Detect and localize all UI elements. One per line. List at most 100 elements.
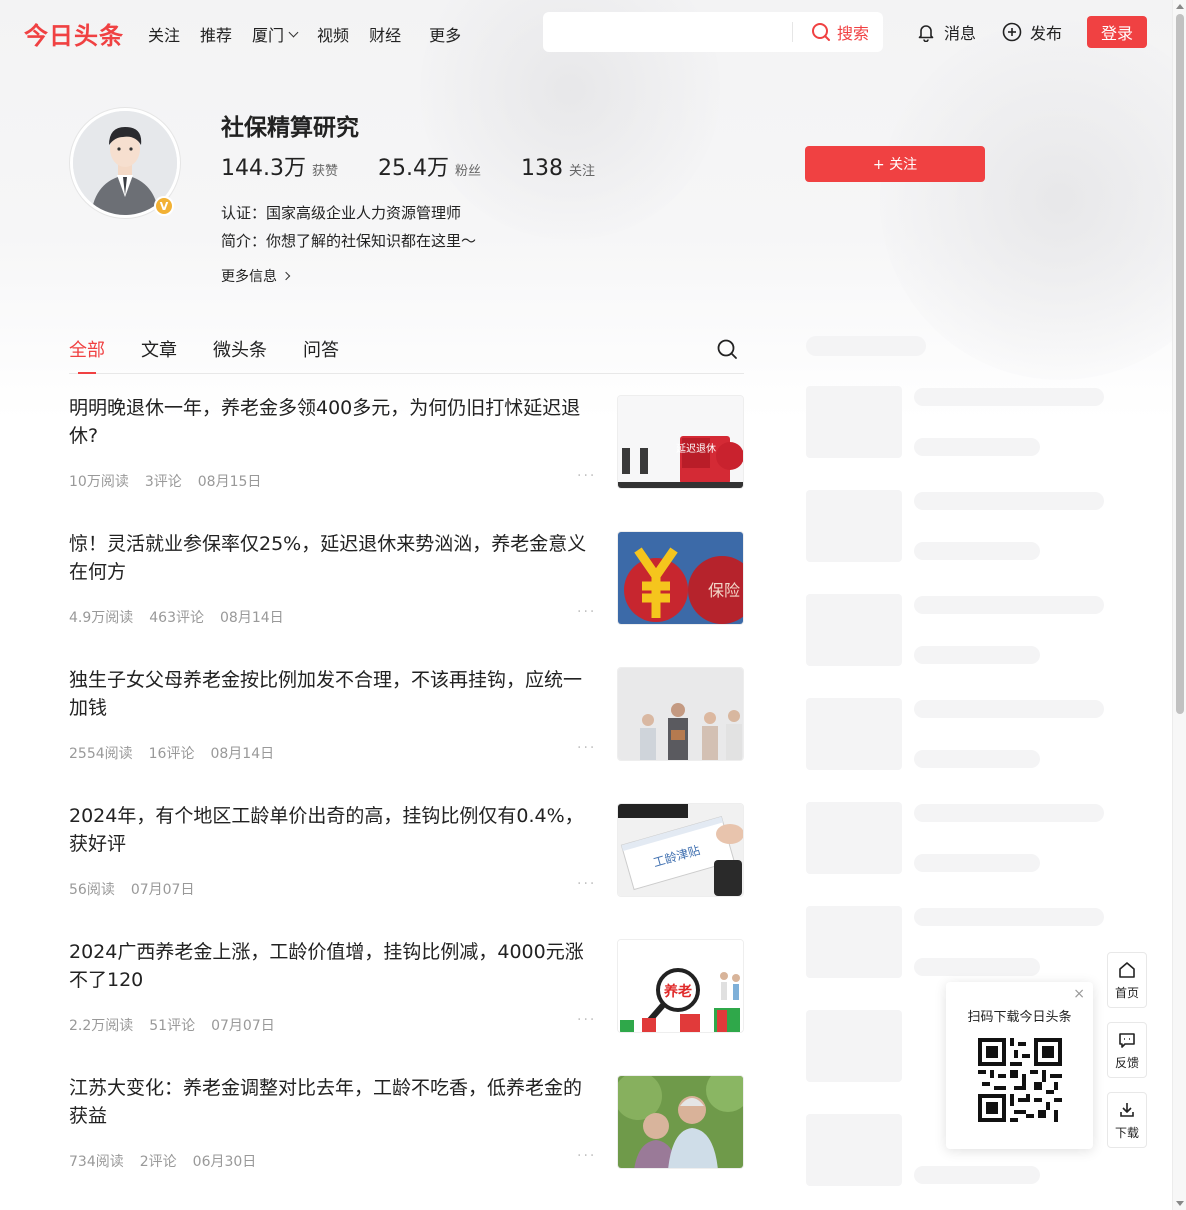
side-feedback-label: 反馈 (1114, 1055, 1139, 1070)
more-info-link[interactable]: 更多信息 (221, 266, 291, 286)
article-reads: 2554阅读 (69, 746, 133, 762)
avatar[interactable]: V (70, 108, 180, 218)
article-title[interactable]: 2024广西养老金上涨，工龄价值增，挂钩比例减，4000元涨不了120 (69, 938, 594, 994)
profile-certification: 认证：国家高级企业人力资源管理师 (221, 204, 462, 222)
article-item: 江苏大变化：养老金调整对比去年，工龄不吃香，低养老金的获益 734阅读 2评论 … (69, 1074, 744, 1170)
nav-link-city[interactable]: 厦门 (252, 22, 299, 46)
login-button[interactable]: 登录 (1087, 16, 1147, 48)
profile-stats: 144.3万 获赞 25.4万 粉丝 138 关注 (221, 150, 635, 182)
download-icon (1120, 1102, 1134, 1117)
article-title[interactable]: 江苏大变化：养老金调整对比去年，工龄不吃香，低养老金的获益 (69, 1074, 594, 1130)
more-options-icon[interactable]: ··· (577, 468, 596, 484)
stat-fans-label: 粉丝 (455, 164, 482, 179)
stat-likes: 144.3万 获赞 (221, 150, 338, 182)
article-reads: 2.2万阅读 (69, 1018, 134, 1034)
top-navigation: 今日头条 关注 推荐 厦门 视频 财经 更多 搜索 消息 发布 登录 (0, 0, 1172, 64)
skeleton-placeholder (806, 1114, 902, 1186)
nav-link-finance[interactable]: 财经 (369, 22, 401, 46)
more-options-icon[interactable]: ··· (577, 740, 596, 756)
chat-bubble-icon (1119, 1032, 1135, 1048)
skeleton-placeholder (914, 908, 1104, 926)
more-options-icon[interactable]: ··· (577, 604, 596, 620)
article-item: 惊！灵活就业参保率仅25%，延迟退休来势汹汹，养老金意义在何方 4.9万阅读 4… (69, 530, 744, 626)
search-icon (811, 23, 830, 41)
messages-label: 消息 (944, 24, 977, 43)
tab-micro[interactable]: 微头条 (213, 336, 267, 374)
close-icon[interactable]: × (1073, 986, 1085, 1002)
tab-all[interactable]: 全部 (69, 336, 105, 374)
scroll-thumb[interactable] (1176, 14, 1184, 714)
skeleton-placeholder (914, 646, 1040, 664)
publish-button[interactable]: 发布 (1002, 20, 1062, 44)
publish-label: 发布 (1030, 24, 1063, 43)
nav-link-more[interactable]: 更多 (429, 22, 461, 46)
article-comments: 2评论 (139, 1154, 177, 1170)
more-options-icon[interactable]: ··· (577, 876, 596, 892)
side-feedback-button[interactable]: 反馈 (1107, 1022, 1147, 1078)
stat-following[interactable]: 138 关注 (521, 156, 595, 181)
article-title[interactable]: 独生子女父母养老金按比例加发不合理，不该再挂钩，应统一加钱 (69, 666, 594, 722)
tab-qa[interactable]: 问答 (303, 336, 339, 374)
thumbnail-text: 养老 (663, 983, 692, 1000)
article-meta: 56阅读 07月07日 (69, 879, 210, 899)
side-download-label: 下载 (1114, 1125, 1139, 1140)
article-thumbnail[interactable]: 养老 (617, 939, 744, 1033)
article-title[interactable]: 明明晚退休一年，养老金多领400多元，为何仍旧打怵延迟退休? (69, 394, 594, 450)
qr-code (978, 1038, 1062, 1122)
article-item: 独生子女父母养老金按比例加发不合理，不该再挂钩，应统一加钱 2554阅读 16评… (69, 666, 744, 762)
skeleton-placeholder (914, 804, 1104, 822)
tab-articles[interactable]: 文章 (141, 336, 177, 374)
skeleton-placeholder (914, 492, 1104, 510)
stat-likes-value: 144.3万 (221, 156, 306, 181)
article-date: 08月14日 (210, 746, 275, 762)
article-comments: 16评论 (148, 746, 195, 762)
article-comments: 51评论 (149, 1018, 196, 1034)
verified-badge: V (154, 196, 174, 216)
search-input[interactable] (543, 12, 792, 52)
page-scrollbar[interactable] (1172, 0, 1186, 1210)
article-thumbnail[interactable]: 工龄津贴 (617, 803, 744, 897)
messages-button[interactable]: 消息 (916, 20, 976, 44)
follow-button[interactable]: + 关注 (805, 146, 985, 182)
article-reads: 56阅读 (69, 882, 115, 898)
article-thumbnail[interactable] (617, 667, 744, 761)
nav-link-follow[interactable]: 关注 (148, 22, 180, 46)
side-download-button[interactable]: 下载 (1107, 1092, 1147, 1148)
article-title[interactable]: 惊！灵活就业参保率仅25%，延迟退休来势汹汹，养老金意义在何方 (69, 530, 594, 586)
article-date: 08月14日 (220, 610, 284, 626)
article-date: 07月07日 (211, 1018, 275, 1034)
skeleton-placeholder (914, 958, 1040, 976)
channel-nav: 关注 推荐 厦门 视频 财经 更多 (148, 22, 481, 46)
search-button[interactable]: 搜索 (793, 20, 883, 44)
article-date: 08月15日 (197, 474, 262, 490)
skeleton-placeholder (914, 700, 1104, 718)
article-comments: 463评论 (149, 610, 204, 626)
scroll-up-arrow-icon[interactable] (1176, 4, 1184, 9)
article-reads: 10万阅读 (69, 474, 129, 490)
nav-link-recommend[interactable]: 推荐 (200, 22, 232, 46)
article-thumbnail[interactable]: 延迟退休 (617, 395, 744, 489)
article-meta: 4.9万阅读 463评论 08月14日 (69, 607, 300, 627)
nav-link-video[interactable]: 视频 (317, 22, 349, 46)
more-options-icon[interactable]: ··· (577, 1148, 596, 1164)
side-home-button[interactable]: 首页 (1107, 952, 1147, 1008)
article-thumbnail[interactable] (617, 1075, 744, 1169)
skeleton-placeholder (806, 594, 902, 666)
more-options-icon[interactable]: ··· (577, 1012, 596, 1028)
stat-following-value: 138 (521, 156, 564, 181)
article-meta: 2.2万阅读 51评论 07月07日 (69, 1015, 291, 1035)
skeleton-placeholder (914, 596, 1104, 614)
thumbnail-text: 保险 (708, 581, 740, 600)
article-thumbnail[interactable]: 保险 (617, 531, 744, 625)
skeleton-placeholder (914, 438, 1040, 456)
site-logo[interactable]: 今日头条 (24, 16, 124, 51)
bell-icon (918, 25, 934, 42)
stat-likes-label: 获赞 (311, 164, 338, 179)
side-home-label: 首页 (1114, 985, 1139, 1000)
stat-fans[interactable]: 25.4万 粉丝 (378, 150, 481, 182)
skeleton-placeholder (806, 336, 926, 356)
scroll-down-arrow-icon[interactable] (1176, 1201, 1184, 1206)
tab-search-button[interactable] (716, 338, 738, 364)
article-title[interactable]: 2024年，有个地区工龄单价出奇的高，挂钩比例仅有0.4%，获好评 (69, 802, 594, 858)
skeleton-placeholder (806, 906, 902, 978)
